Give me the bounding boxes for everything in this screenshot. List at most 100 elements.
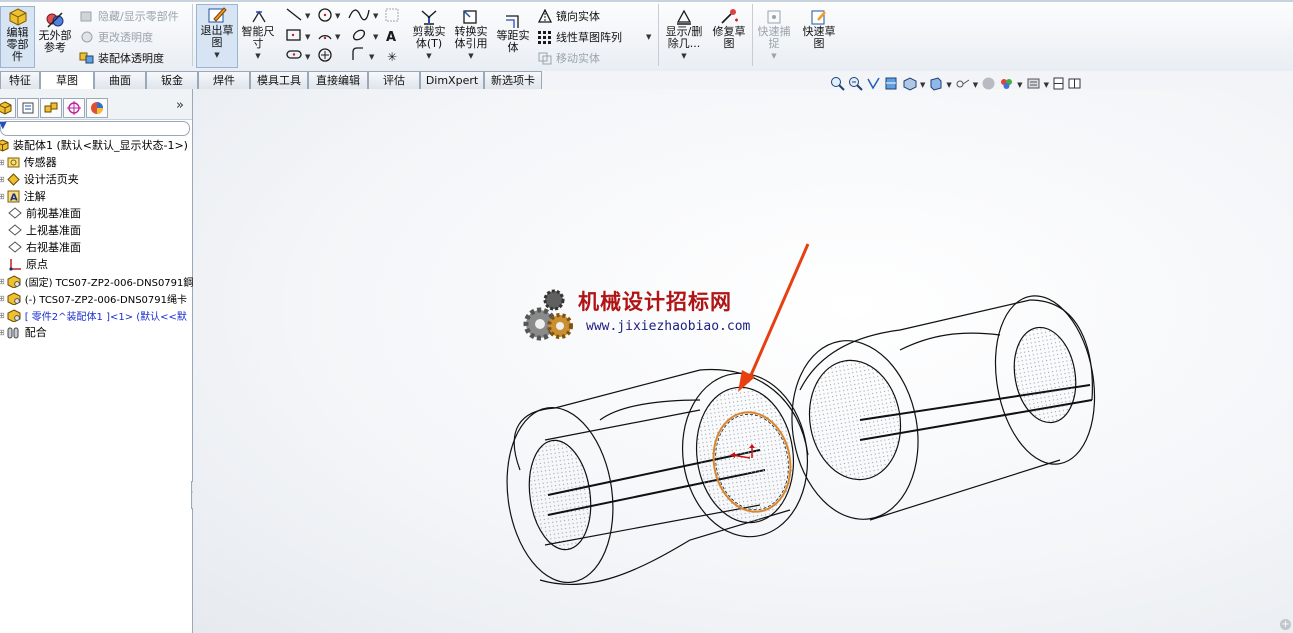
dimxpert-manager-tab-icon[interactable] — [63, 98, 85, 118]
task-pane-expand-icon[interactable]: + — [1280, 619, 1291, 630]
spline-icon[interactable]: ▼ — [348, 9, 379, 21]
tree-item-design-binder[interactable]: ⊞ 设计活页夹 — [0, 171, 79, 187]
assembly-icon — [0, 138, 9, 152]
smart-dimension-dropdown-icon[interactable]: ▼ — [255, 50, 260, 62]
tab-dimxpert[interactable]: DimXpert — [420, 71, 484, 89]
view-orientation-icon[interactable] — [902, 76, 917, 94]
tab-new[interactable]: 新选项卡 — [484, 71, 542, 89]
tree-item-label: 传感器 — [23, 156, 57, 169]
tab-weldments[interactable]: 焊件 — [198, 71, 250, 89]
tab-direct-editing[interactable]: 直接编辑 — [308, 71, 368, 89]
left-clamp-body[interactable] — [496, 365, 818, 589]
tab-surfaces[interactable]: 曲面 — [94, 71, 146, 89]
display-style-dropdown-icon[interactable]: ▼ — [946, 81, 951, 89]
tree-item-right-plane[interactable]: 右视基准面 — [8, 239, 81, 255]
tree-item-fixed-part[interactable]: ⊞ (固定) TCS07-ZP2-006-DNS0791鋼 — [0, 273, 193, 289]
tab-evaluate[interactable]: 评估 — [368, 71, 420, 89]
text-grid-icon[interactable] — [385, 8, 399, 22]
edit-appearance-icon[interactable] — [981, 76, 996, 94]
convert-dropdown-icon[interactable]: ▼ — [468, 50, 473, 62]
configuration-manager-tab-icon[interactable] — [40, 98, 62, 118]
smart-dimension-button[interactable]: 智能尺寸 ▼ — [239, 8, 277, 62]
tree-item-origin[interactable]: 原点 — [8, 256, 48, 272]
hide-show-components-button[interactable]: 隐藏/显示零部件 — [79, 8, 179, 24]
no-external-refs-button[interactable]: 无外部参考 — [36, 10, 74, 54]
tree-item-front-plane[interactable]: 前视基准面 — [8, 205, 81, 221]
tree-item-mates[interactable]: ⊞ 配合 — [0, 324, 47, 340]
display-style-icon[interactable] — [928, 76, 943, 94]
tree-item-floating-part[interactable]: ⊞ (-) TCS07-ZP2-006-DNS0791绳卡 — [0, 290, 187, 306]
hide-show-components-label: 隐藏/显示零部件 — [98, 10, 179, 23]
feature-manager-tab-icon[interactable] — [0, 98, 16, 118]
rectangle-icon[interactable]: ▼ — [286, 29, 311, 41]
text-a-icon[interactable]: A — [386, 30, 396, 45]
view-settings-dropdown-icon[interactable]: ▼ — [1044, 81, 1049, 89]
tab-features[interactable]: 特征 — [0, 71, 40, 89]
display-manager-tab-icon[interactable] — [86, 98, 108, 118]
tree-root-assembly[interactable]: 装配体1 (默认<默认_显示状态-1>) — [0, 137, 188, 153]
ribbon-separator — [658, 4, 659, 66]
linear-pattern-dropdown-icon[interactable]: ▼ — [646, 33, 651, 41]
filter-icon[interactable]: ▼ — [0, 120, 7, 131]
property-manager-tab-icon[interactable] — [17, 98, 39, 118]
rapid-sketch-button[interactable]: 快速草图 — [798, 8, 840, 50]
move-entities-button[interactable]: 移动实体 — [537, 50, 600, 66]
ellipse-icon[interactable]: ▼ — [352, 28, 379, 41]
quick-snaps-icon — [767, 10, 781, 24]
tree-item-sensors[interactable]: ⊞ 传感器 — [0, 154, 57, 170]
hide-show-items-icon[interactable] — [955, 76, 970, 94]
edit-component-icon — [9, 8, 26, 26]
right-clamp-body[interactable] — [778, 288, 1107, 529]
scene-dropdown-icon[interactable]: ▼ — [1017, 81, 1022, 89]
hide-show-dropdown-icon[interactable]: ▼ — [973, 81, 978, 89]
assembly-transparency-button[interactable]: 装配体透明度 — [79, 50, 164, 66]
circle-icon[interactable]: ▼ — [318, 8, 341, 22]
quick-snaps-button[interactable]: 快速捕捉 ▼ — [755, 8, 793, 62]
convert-entities-button[interactable]: 转换实体引用 ▼ — [452, 8, 490, 62]
section-view-icon[interactable] — [884, 76, 899, 94]
line-icon[interactable]: ▼ — [286, 8, 311, 21]
tree-filter-input[interactable]: ▼ — [0, 120, 190, 136]
zoom-to-fit-icon[interactable] — [830, 76, 845, 94]
tree-item-label: [ 零件2^装配体1 ]<1> (默认<<默 — [24, 311, 187, 323]
panel-expand-icon[interactable]: » — [176, 98, 184, 113]
tree-item-annotations[interactable]: ⊞ A 注解 — [0, 188, 46, 204]
zoom-to-area-icon[interactable] — [848, 76, 863, 94]
watermark-url: www.jixiezhaobiao.com — [586, 319, 751, 334]
linear-pattern-button[interactable]: 线性草图阵列 ▼ — [537, 29, 651, 45]
apply-scene-icon[interactable] — [999, 76, 1014, 94]
previous-view-icon[interactable] — [866, 76, 881, 94]
repair-sketch-button[interactable]: 修复草图 — [710, 8, 748, 50]
change-transparency-label: 更改透明度 — [98, 31, 153, 44]
convert-entities-label: 转换实体引用 — [454, 25, 488, 50]
graphics-area[interactable]: ▼ ▼ ▼ ▼ ▼ 机械设计招标网 www.jixiezhaobiao.com … — [193, 77, 1293, 633]
exit-sketch-dropdown-icon[interactable]: ▼ — [214, 49, 219, 61]
point-icon[interactable]: ✳ — [387, 50, 397, 64]
view-orientation-dropdown-icon[interactable]: ▼ — [920, 81, 925, 89]
change-transparency-button[interactable]: 更改透明度 — [79, 29, 153, 45]
tree-item-editing-part[interactable]: ⊞ [ 零件2^装配体1 ]<1> (默认<<默 — [0, 307, 187, 323]
svg-text:▼: ▼ — [305, 12, 311, 20]
fillet-icon[interactable]: ▼ — [352, 47, 375, 61]
annotation-icon: A — [7, 190, 20, 203]
display-delete-relations-button[interactable]: 显示/删除几... ▼ — [662, 8, 706, 62]
mirror-entities-button[interactable]: 镜向实体 — [537, 8, 600, 24]
tab-sheet-metal[interactable]: 钣金 — [146, 71, 198, 89]
trim-entities-button[interactable]: 剪裁实体(T) ▼ — [410, 8, 448, 62]
tab-mold-tools[interactable]: 模具工具 — [250, 71, 308, 89]
tab-sketch[interactable]: 草图 — [40, 71, 94, 90]
exit-sketch-button[interactable]: 退出草图 ▼ — [196, 4, 238, 68]
arc-icon[interactable]: ▼ — [318, 33, 341, 41]
quick-snaps-dropdown-icon[interactable]: ▼ — [771, 50, 776, 62]
no-external-refs-icon — [46, 12, 64, 28]
split-horizontal-icon[interactable] — [1052, 77, 1065, 93]
view-settings-icon[interactable] — [1026, 76, 1041, 94]
trim-dropdown-icon[interactable]: ▼ — [426, 50, 431, 62]
tree-item-top-plane[interactable]: 上视基准面 — [8, 222, 81, 238]
split-vertical-icon[interactable] — [1068, 77, 1081, 93]
edit-component-button[interactable]: 编辑零部件 — [0, 6, 35, 68]
relations-dropdown-icon[interactable]: ▼ — [681, 50, 686, 62]
slot-icon[interactable]: ▼ — [286, 50, 311, 61]
polygon-icon[interactable] — [318, 48, 332, 62]
offset-entities-button[interactable]: 等距实体 — [494, 12, 532, 54]
